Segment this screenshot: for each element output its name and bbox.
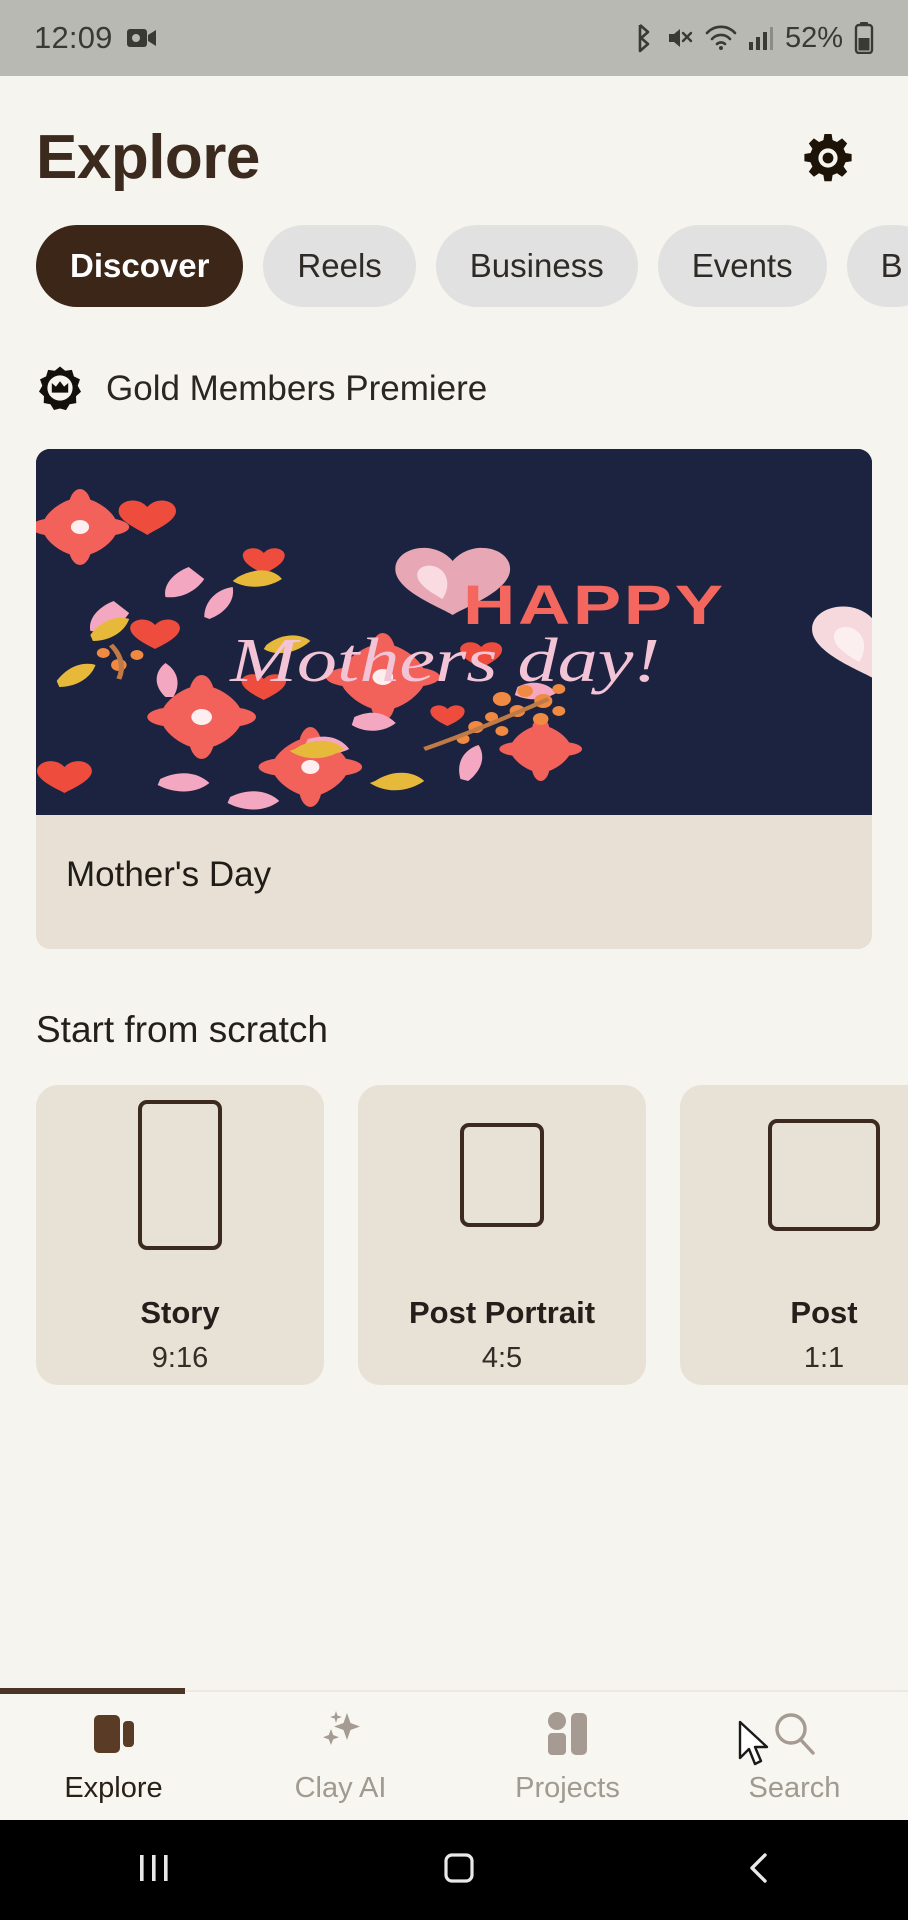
scratch-card-ratio: 9:16 (151, 1342, 209, 1374)
video-recording-icon (126, 26, 157, 50)
scratch-card-post-portrait[interactable]: Post Portrait 4:5 (358, 1085, 646, 1385)
nav-item-search[interactable]: Search (681, 1692, 908, 1820)
portrait-tall-icon (138, 1100, 222, 1250)
premiere-section-header: Gold Members Premiere (0, 317, 908, 413)
tab-label: Events (691, 247, 793, 284)
system-navigation-bar (0, 1820, 908, 1920)
sparkles-icon (315, 1708, 367, 1760)
scratch-card-name: Post (790, 1295, 858, 1330)
cellular-signal-icon (748, 25, 774, 51)
page-header: Explore (0, 76, 908, 203)
page-title: Explore (36, 123, 260, 192)
premiere-card-caption: Mother's Day (66, 855, 272, 894)
mouse-cursor-icon (737, 1720, 777, 1775)
tab-label: Business (469, 247, 604, 284)
status-bar-left: 12:09 (34, 20, 157, 56)
tab-discover[interactable]: Discover (36, 225, 244, 307)
back-icon[interactable] (742, 1850, 776, 1891)
mute-icon (666, 24, 694, 52)
bottom-navigation: Explore Clay AI Projects Search (0, 1688, 908, 1820)
status-bar: 12:09 52% (0, 0, 908, 76)
gold-badge-crown-icon (36, 365, 84, 413)
nav-label: Search (748, 1771, 841, 1804)
status-time: 12:09 (34, 20, 113, 55)
scratch-section-title: Start from scratch (36, 1009, 328, 1050)
bluetooth-icon (633, 23, 655, 53)
search-icon (771, 1708, 819, 1760)
scratch-card-post[interactable]: Post 1:1 (680, 1085, 908, 1385)
scratch-card-story[interactable]: Story 9:16 (36, 1085, 324, 1385)
status-bar-right: 52% (633, 22, 874, 55)
premiere-card-artwork: HAPPY Mothers day! (36, 449, 872, 815)
nav-label: Projects (515, 1771, 620, 1804)
tab-partial-next[interactable]: B (846, 225, 908, 307)
tab-business[interactable]: Business (435, 225, 638, 307)
tab-label: B (880, 247, 903, 284)
tab-events[interactable]: Events (657, 225, 827, 307)
tab-label: Discover (70, 247, 210, 284)
tab-reels[interactable]: Reels (263, 225, 416, 307)
category-tabs[interactable]: Discover Reels Business Events B (0, 203, 908, 317)
nav-label: Clay AI (294, 1771, 387, 1804)
tab-label: Reels (297, 247, 382, 284)
wifi-icon (705, 24, 737, 52)
recents-icon[interactable] (132, 1851, 176, 1890)
scratch-card-name: Post Portrait (408, 1295, 596, 1330)
nav-item-clay-ai[interactable]: Clay AI (227, 1692, 454, 1820)
nav-label: Explore (64, 1771, 163, 1804)
explore-icon (90, 1708, 138, 1760)
premiere-section-label: Gold Members Premiere (106, 369, 488, 408)
premiere-card[interactable]: HAPPY Mothers day! Mother's Day (36, 449, 872, 949)
battery-icon (854, 22, 874, 55)
projects-grid-icon (545, 1708, 591, 1760)
scratch-card-row[interactable]: Story 9:16 Post Portrait 4:5 Post 1:1 (0, 1051, 908, 1385)
portrait-icon (460, 1123, 544, 1227)
square-icon (768, 1119, 880, 1231)
battery-percent-label: 52% (784, 21, 843, 54)
home-icon[interactable] (441, 1850, 477, 1891)
scratch-card-ratio: 1:1 (803, 1342, 845, 1374)
svg-text:Mothers day!: Mothers day! (229, 626, 660, 695)
nav-item-projects[interactable]: Projects (454, 1692, 681, 1820)
gear-icon[interactable] (800, 130, 856, 186)
nav-item-explore[interactable]: Explore (0, 1692, 227, 1820)
scratch-card-name: Story (140, 1295, 220, 1330)
scratch-card-ratio: 4:5 (481, 1342, 523, 1374)
